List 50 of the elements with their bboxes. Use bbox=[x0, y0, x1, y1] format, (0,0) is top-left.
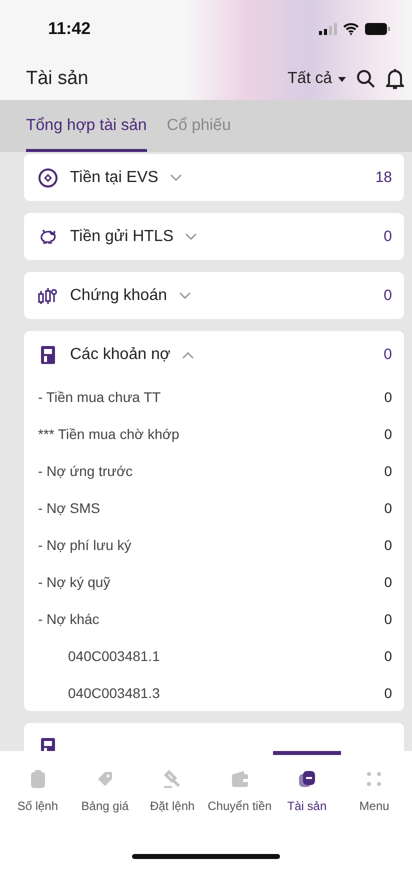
group-value: 18 bbox=[375, 169, 392, 186]
chevron-up-icon[interactable] bbox=[182, 350, 194, 358]
wallet-icon bbox=[230, 769, 250, 789]
row-value: 0 bbox=[384, 610, 392, 626]
group-value: 0 bbox=[384, 228, 392, 245]
row-value: 0 bbox=[384, 462, 392, 478]
nav-tab[interactable]: Số lệnh bbox=[4, 751, 72, 821]
filter-dropdown[interactable]: Tất cả bbox=[288, 70, 346, 88]
row-value: 0 bbox=[384, 500, 392, 516]
group-label[interactable]: Tiền gửi HTLS bbox=[70, 228, 174, 246]
wifi-icon bbox=[343, 23, 359, 35]
signal-icon bbox=[319, 23, 337, 35]
row-label: 040C003481.1 bbox=[68, 648, 160, 664]
coin-icon bbox=[38, 168, 58, 188]
battery-icon bbox=[365, 23, 390, 35]
row-value: 0 bbox=[384, 684, 392, 700]
chevron-down-icon[interactable] bbox=[170, 174, 182, 182]
row-value: 0 bbox=[384, 426, 392, 442]
nav-tab[interactable]: Đặt lệnh bbox=[138, 751, 206, 821]
row-label: - Tiền mua chưa TT bbox=[38, 388, 161, 404]
chevron-down-icon[interactable] bbox=[185, 232, 198, 240]
page-title: Tài sản bbox=[26, 68, 90, 90]
nav-tab[interactable]: Menu bbox=[340, 751, 408, 821]
row-label: - Nợ phí lưu ký bbox=[38, 536, 132, 552]
nav-tab[interactable]: Tài sản bbox=[273, 751, 341, 821]
row-value: 0 bbox=[384, 574, 392, 590]
candlestick-icon bbox=[38, 286, 58, 306]
row-value: 0 bbox=[384, 648, 392, 664]
group-label[interactable]: Các khoản nợ bbox=[70, 346, 170, 364]
gavel-icon bbox=[162, 769, 182, 789]
notebook-icon bbox=[38, 344, 58, 364]
caret-icon bbox=[338, 76, 346, 82]
group-label[interactable]: Tiền tại EVS bbox=[70, 168, 158, 186]
group-value: 0 bbox=[384, 346, 392, 363]
row-label: *** Tiền mua chờ khớp bbox=[38, 426, 180, 442]
row-label: 040C003481.3 bbox=[68, 684, 160, 700]
row-label: - Nợ ký quỹ bbox=[38, 574, 110, 590]
nav-tab[interactable]: Chuyển tiền bbox=[206, 751, 274, 821]
chevron-down-icon[interactable] bbox=[179, 292, 191, 300]
row-label: - Nợ ứng trước bbox=[38, 462, 133, 478]
row-label: - Nợ khác bbox=[38, 610, 100, 626]
group-value: 0 bbox=[384, 287, 392, 304]
nav-tab[interactable]: Bảng giá bbox=[71, 751, 139, 821]
cards-icon bbox=[296, 769, 317, 789]
group-label[interactable]: Chứng khoán bbox=[70, 286, 167, 304]
row-value: 0 bbox=[384, 388, 392, 404]
row-value: 0 bbox=[384, 536, 392, 552]
piggy-bank-icon bbox=[38, 226, 58, 246]
status-time: 11:42 bbox=[48, 19, 91, 39]
row-label: - Nợ SMS bbox=[38, 500, 100, 516]
